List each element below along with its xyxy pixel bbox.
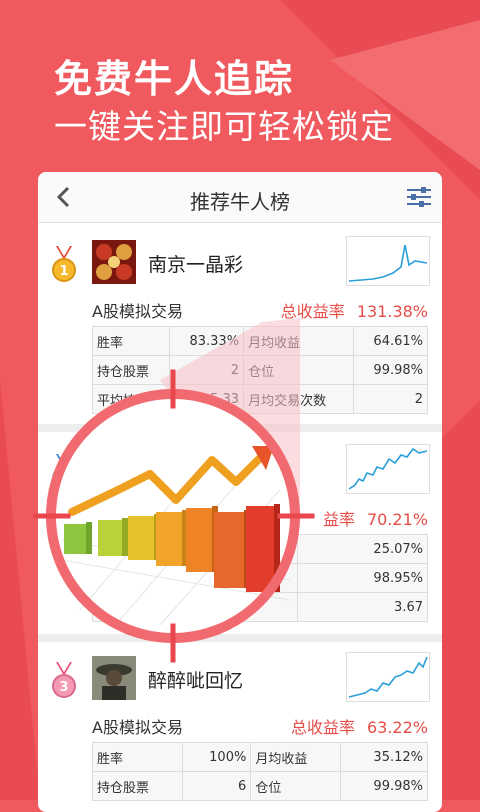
stat-value: 6	[182, 771, 252, 801]
stat-label	[91, 534, 114, 564]
stat-value: 83.33%	[169, 326, 245, 356]
return-sparkline	[346, 652, 430, 702]
stat-label: 持仓股票	[91, 771, 184, 801]
promo-subheadline: 一键关注即可轻松锁定	[54, 107, 394, 146]
stat-label: 胜率	[91, 742, 184, 772]
stat-value: 98.95%	[296, 563, 429, 593]
stat-value	[112, 534, 134, 564]
rank-number: 1	[59, 264, 68, 279]
stat-value: 99.98%	[352, 355, 429, 385]
total-return-value: 131.38%	[356, 302, 428, 321]
ranking-entry-2[interactable]: 2 益率 70.21% 25.07% 98.95% 均交易次数 3.67	[38, 444, 442, 624]
total-return-label: 总收益率	[280, 302, 345, 321]
stat-value	[112, 563, 134, 593]
table-row: 持仓股票 6 仓位 99.98%	[91, 771, 428, 801]
stat-label: 仓位	[250, 771, 342, 801]
stats-table: 胜率 83.33% 月均收益 64.61% 持仓股票 2 仓位 99.98% 平…	[91, 326, 429, 414]
table-row: 胜率 100% 月均收益 35.12%	[91, 742, 428, 772]
gold-medal-icon: 1	[52, 246, 76, 282]
top-bar: 推荐牛人榜	[38, 172, 442, 223]
stat-label	[91, 592, 114, 622]
divider	[38, 634, 442, 642]
stat-value: 3.67	[296, 592, 429, 622]
total-return-label: 总收益率	[290, 718, 355, 737]
stat-label: 月均交易次数	[243, 384, 354, 414]
stat-value: 2	[169, 355, 245, 385]
avatar	[92, 656, 136, 700]
user-name[interactable]: 醉醉呲回忆	[148, 666, 243, 693]
table-row: 持仓股票 2 仓位 99.98%	[91, 355, 429, 385]
account-type: A股模拟交易	[92, 718, 183, 737]
stat-label: 胜率	[91, 326, 171, 356]
divider	[38, 424, 442, 432]
page-title: 推荐牛人榜	[190, 190, 290, 214]
return-sparkline	[346, 236, 430, 286]
total-return-value: 70.21%	[366, 510, 428, 529]
rank-number: 3	[59, 680, 68, 695]
return-sparkline	[346, 444, 430, 494]
table-row: 25.07%	[91, 534, 429, 564]
stat-label: 仓位	[243, 355, 354, 385]
ranking-entry-3[interactable]: 3 醉醉呲回忆 A股模拟交易 总收益率 63.22% 胜率 100% 月均收益 3…	[38, 652, 442, 812]
ranking-entry-1[interactable]: 1 南京一晶彩 A股模拟交易 总收益率 131.38% 胜率 83.33% 月均收…	[38, 236, 442, 416]
stat-label	[132, 534, 298, 564]
stat-label: 月均收益	[243, 326, 354, 356]
stat-value: 2	[352, 384, 429, 414]
stat-value: 25.07%	[296, 534, 429, 564]
stat-value: 35.12%	[340, 742, 428, 772]
stat-label: 月均收益	[250, 742, 342, 772]
stat-label: 持仓股票	[91, 355, 171, 385]
silver-medal-icon: 2	[52, 454, 76, 490]
stat-label: 均交易次数	[132, 592, 298, 622]
stat-label	[132, 563, 298, 593]
total-return-label: 益率	[322, 510, 355, 529]
account-type: A股模拟交易	[92, 302, 183, 321]
user-name[interactable]: 南京一晶彩	[148, 250, 243, 277]
rank-number: 2	[59, 472, 68, 487]
stat-value: 64.61%	[352, 326, 429, 356]
stat-value: 99.98%	[340, 771, 428, 801]
stat-label: 平均持股	[91, 384, 171, 414]
promo-headline: 免费牛人追踪	[54, 57, 295, 101]
avatar	[92, 240, 136, 284]
table-row: 平均持股 5.33 月均交易次数 2	[91, 384, 429, 414]
stat-value: 100%	[182, 742, 252, 772]
stat-value: 5.33	[169, 384, 245, 414]
total-return: 总收益率 131.38%	[281, 298, 428, 322]
stats-table: 胜率 100% 月均收益 35.12% 持仓股票 6 仓位 99.98%	[91, 742, 428, 801]
bronze-medal-icon: 3	[52, 662, 76, 698]
stat-value	[112, 592, 134, 622]
phone-screen-card: 推荐牛人榜 1 南京一晶彩 A股模拟交易 总收益率 131.38% 胜率 83.…	[38, 172, 442, 812]
table-row: 均交易次数 3.67	[91, 592, 429, 622]
table-row: 胜率 83.33% 月均收益 64.61%	[91, 326, 429, 356]
table-row: 98.95%	[91, 563, 429, 593]
total-return: 总收益率 63.22%	[291, 714, 428, 738]
total-return-value: 63.22%	[366, 718, 428, 737]
filter-settings-icon[interactable]	[406, 186, 432, 208]
stats-table: 25.07% 98.95% 均交易次数 3.67	[91, 534, 429, 622]
stat-label	[91, 563, 114, 593]
total-return: 益率 70.21%	[323, 506, 428, 530]
